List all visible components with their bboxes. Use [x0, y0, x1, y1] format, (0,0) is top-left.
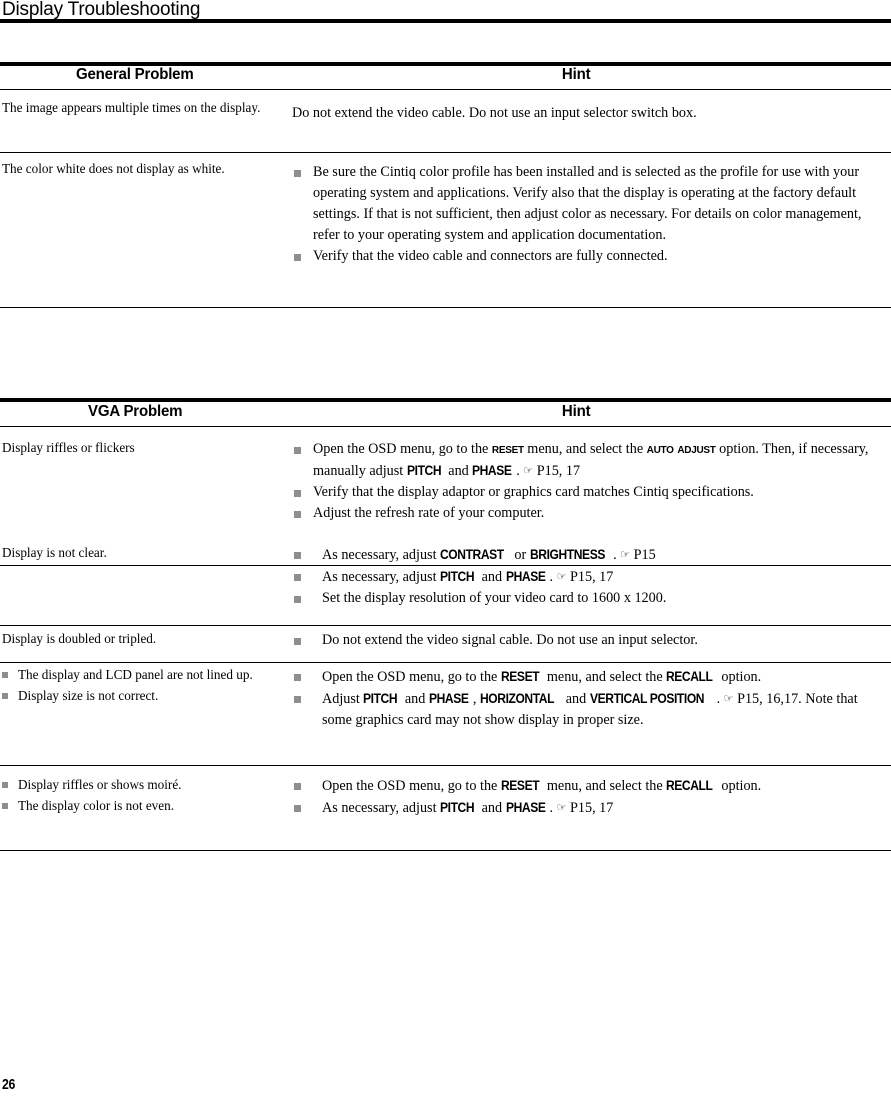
vga-row-2-bottom-rule: [0, 625, 891, 627]
list-item: Adjust PITCH and PHASE, HORIZONTAL and V…: [292, 688, 889, 731]
vga-hint-column-header: Hint: [561, 403, 591, 420]
general-row-1-hint: Do not extend the video cable. Do not us…: [292, 105, 697, 121]
vga-row-5-problem-list: Display riffles or shows moiré. The disp…: [2, 775, 280, 816]
osd-control-name: HORIZONTAL: [479, 691, 554, 706]
vga-row-5-hint-list: Open the OSD menu, go to the RESET menu,…: [292, 775, 889, 819]
list-item: Display size is not correct.: [2, 686, 280, 707]
general-problem-column-header: General Problem: [76, 66, 194, 83]
vga-row-1-problem: Display riffles or flickers: [2, 440, 135, 455]
vga-row-4-hint: Open the OSD menu, go to the RESET menu,…: [292, 666, 889, 731]
vga-row-3-hint-list: Do not extend the video signal cable. Do…: [292, 630, 889, 651]
osd-control-name: PHASE: [428, 691, 469, 706]
osd-control-name: VERTICAL POSITION: [589, 691, 705, 706]
general-header-bottom-rule: [0, 89, 891, 91]
pointing-hand-icon: ☞: [620, 548, 631, 561]
osd-control-name: RESET: [500, 778, 540, 793]
pointing-hand-icon: ☞: [723, 692, 734, 705]
list-item: Open the OSD menu, go to the RESET menu,…: [292, 775, 889, 797]
general-row-2-hint-list: Be sure the Cintiq color profile has bee…: [292, 162, 889, 267]
osd-control-name: BRIGHTNESS: [529, 547, 605, 562]
pointing-hand-icon: ☞: [556, 801, 567, 814]
osd-control-name: PITCH: [363, 691, 398, 706]
list-item: Set the display resolution of your video…: [292, 588, 889, 609]
general-table-bottom-rule: [0, 307, 891, 309]
pointing-hand-icon: ☞: [556, 570, 567, 583]
vga-row-4-bottom-rule: [0, 765, 891, 767]
vga-row-5-hint: Open the OSD menu, go to the RESET menu,…: [292, 775, 889, 819]
osd-control-name: PHASE: [472, 463, 512, 478]
list-item: Be sure the Cintiq color profile has bee…: [292, 162, 889, 246]
osd-control-name: Reset: [491, 441, 524, 457]
page-title: Display Troubleshooting: [2, 0, 201, 20]
vga-row-2-hint: As necessary, adjust CONTRAST or BRIGHTN…: [292, 544, 889, 609]
list-item: Open the OSD menu, go to the RESET menu,…: [292, 666, 889, 688]
list-item: As necessary, adjust PITCH and PHASE. ☞ …: [292, 566, 889, 588]
vga-table-top-rule: [0, 398, 891, 402]
header-rule: [0, 19, 891, 23]
vga-row-4-hint-list: Open the OSD menu, go to the RESET menu,…: [292, 666, 889, 731]
list-item: Verify that the display adaptor or graph…: [292, 482, 889, 503]
pointing-hand-icon: ☞: [523, 464, 534, 477]
vga-row-1-hint-list: Open the OSD menu, go to the Reset menu,…: [292, 439, 889, 524]
osd-control-name: RESET: [500, 669, 540, 684]
list-item: The display color is not even.: [2, 796, 280, 817]
vga-row-1-hint: Open the OSD menu, go to the Reset menu,…: [292, 439, 889, 524]
vga-row-5-problem: Display riffles or shows moiré. The disp…: [2, 775, 280, 816]
vga-row-2-problem: Display is not clear.: [2, 545, 107, 560]
vga-row-3-hint: Do not extend the video signal cable. Do…: [292, 630, 889, 651]
osd-control-name: RECALL: [666, 778, 713, 793]
list-item: As necessary, adjust PITCH and PHASE. ☞ …: [292, 797, 889, 819]
general-row-1-problem: The image appears multiple times on the …: [2, 100, 261, 115]
list-item: Display riffles or shows moiré.: [2, 775, 280, 796]
general-hint-column-header: Hint: [561, 66, 591, 83]
list-item: The display and LCD panel are not lined …: [2, 665, 280, 686]
osd-control-name: PHASE: [505, 569, 546, 584]
vga-header-bottom-rule: [0, 426, 891, 428]
osd-control-name: PITCH: [440, 569, 475, 584]
list-item: As necessary, adjust CONTRAST or BRIGHTN…: [292, 544, 889, 566]
vga-row-4-problem-list: The display and LCD panel are not lined …: [2, 665, 280, 706]
general-row-1-bottom-rule: [0, 152, 891, 154]
page-number: 26: [2, 1076, 16, 1093]
list-item: Verify that the video cable and connecto…: [292, 246, 889, 267]
general-row-2-problem: The color white does not display as whit…: [2, 161, 225, 176]
list-item: Adjust the refresh rate of your computer…: [292, 503, 889, 524]
osd-control-name: RECALL: [666, 669, 713, 684]
vga-row-2-hint-list: As necessary, adjust CONTRAST or BRIGHTN…: [292, 544, 889, 609]
list-item: Open the OSD menu, go to the Reset menu,…: [292, 439, 889, 482]
osd-control-name: PITCH: [406, 463, 442, 478]
general-row-2-hint: Be sure the Cintiq color profile has bee…: [292, 162, 889, 267]
vga-row-3-problem: Display is doubled or tripled.: [2, 631, 157, 646]
osd-control-name: CONTRAST: [440, 547, 504, 562]
document-page: Display Troubleshooting General Problem …: [0, 0, 891, 1104]
osd-control-name: PITCH: [440, 800, 475, 815]
vga-problem-column-header: VGA Problem: [88, 403, 183, 420]
vga-row-4-problem: The display and LCD panel are not lined …: [2, 665, 280, 706]
osd-control-name: PHASE: [505, 800, 546, 815]
list-item: Do not extend the video signal cable. Do…: [292, 630, 889, 651]
osd-control-name: Auto Adjust: [646, 441, 716, 457]
vga-row-3-bottom-rule: [0, 662, 891, 664]
vga-table-bottom-rule: [0, 850, 891, 852]
